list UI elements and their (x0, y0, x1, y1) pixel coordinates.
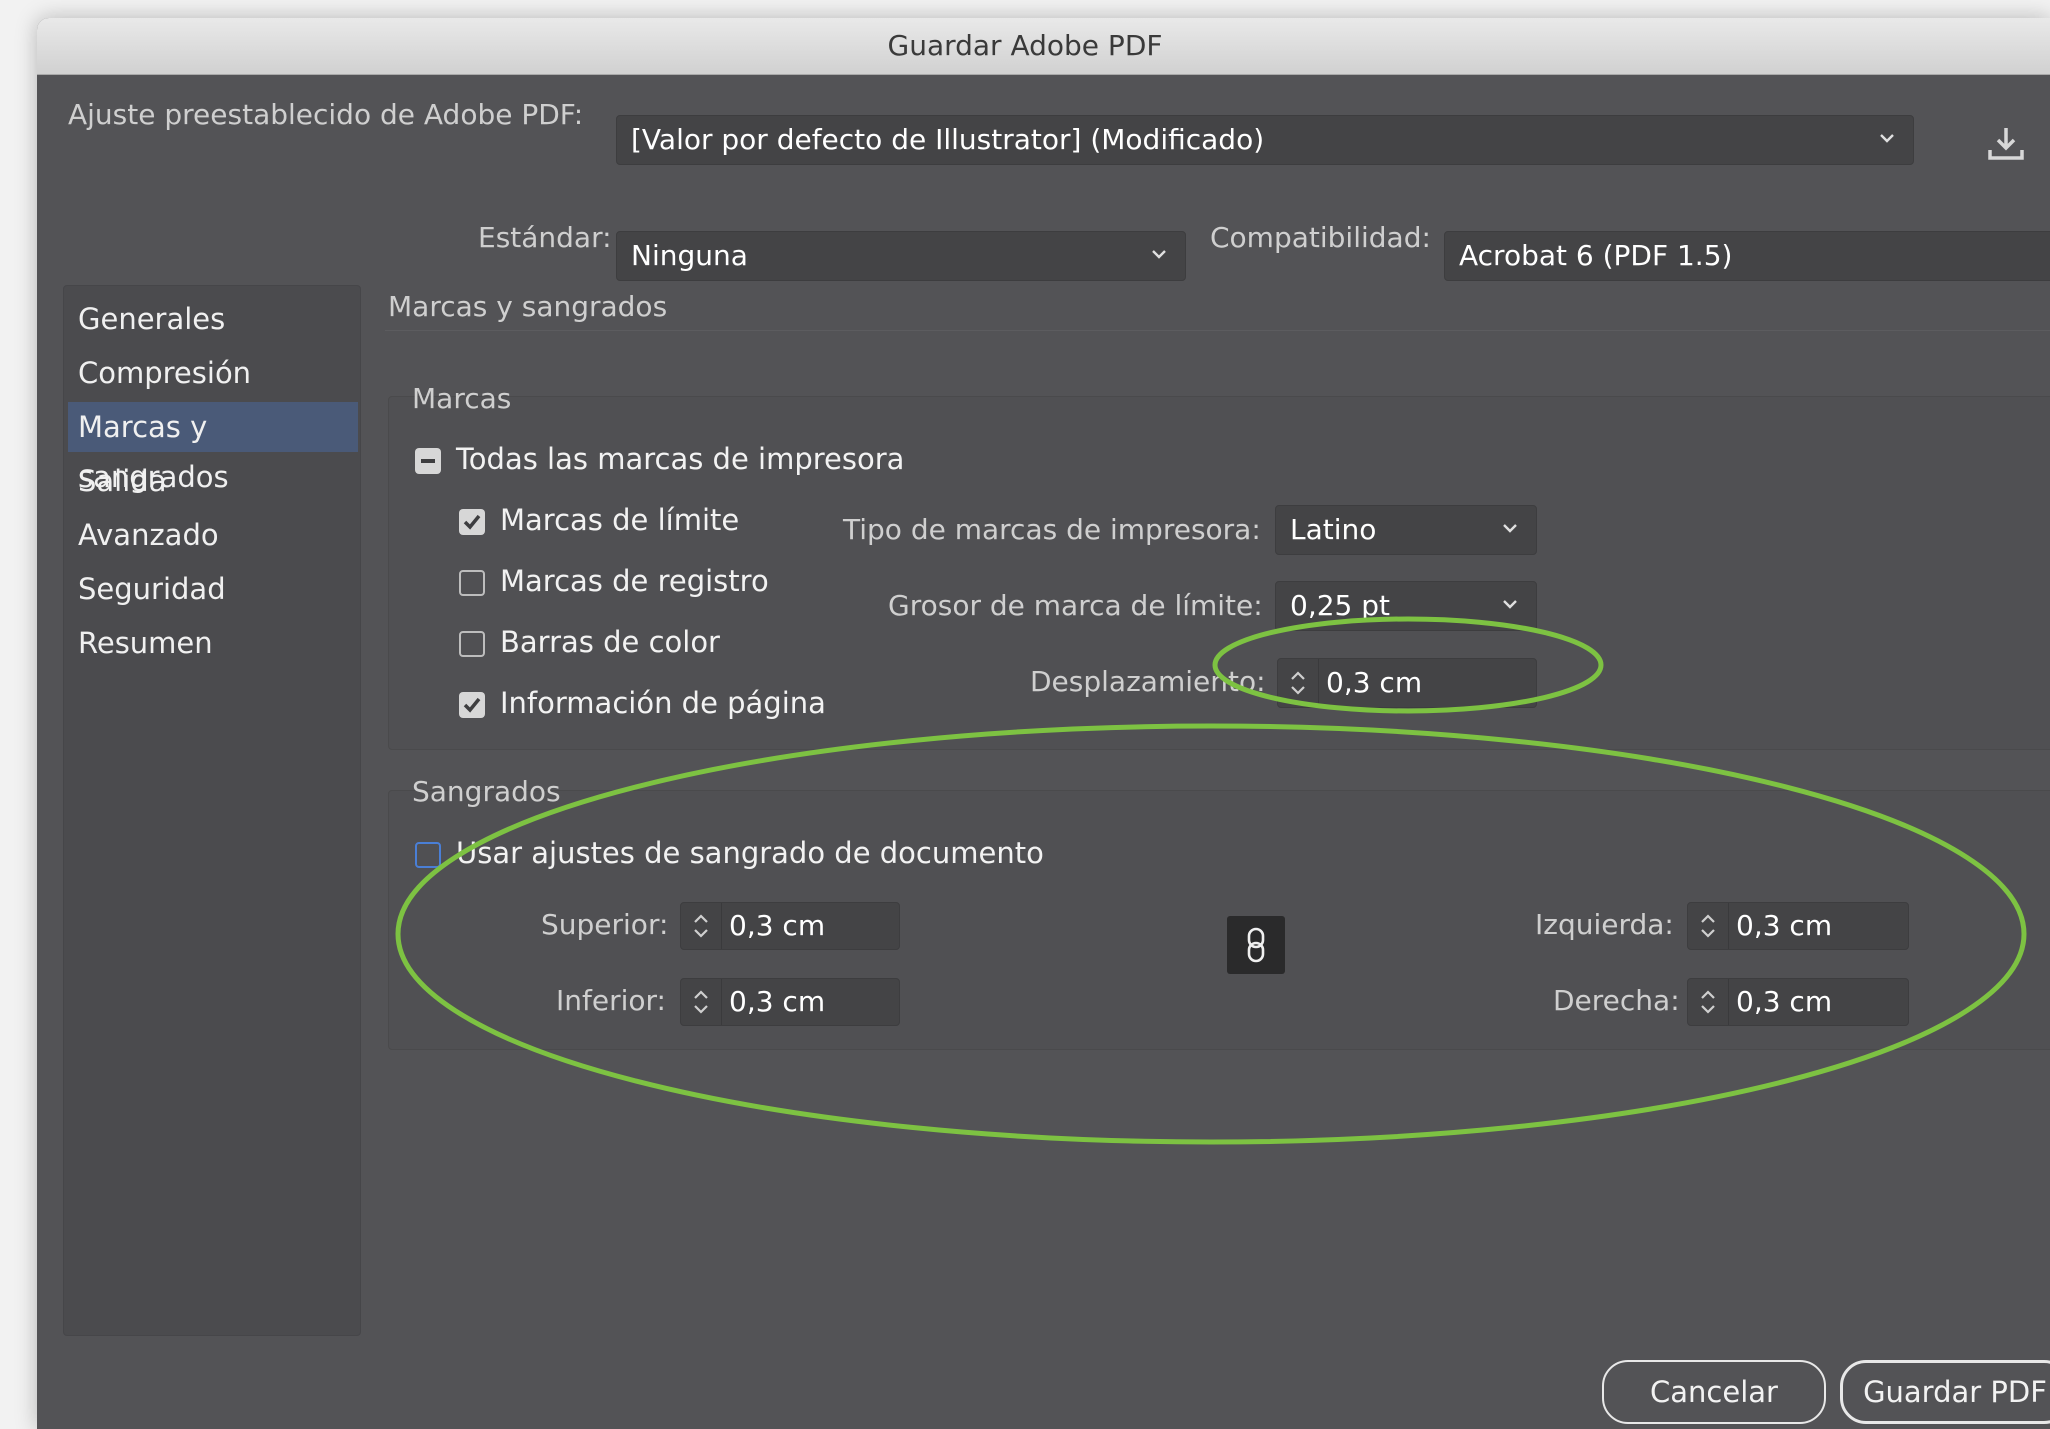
cancel-button[interactable]: Cancelar (1602, 1360, 1826, 1424)
registration-marks-label: Marcas de registro (500, 564, 769, 598)
category-sidebar: Generales Compresión Marcas y sangrados … (63, 285, 361, 1336)
bleed-top-stepper[interactable] (681, 903, 722, 949)
mark-type-value: Latino (1290, 513, 1377, 546)
bleed-top-field[interactable]: 0,3 cm (680, 902, 900, 950)
save-pdf-button[interactable]: Guardar PDF (1840, 1360, 2050, 1424)
bleed-bottom-field[interactable]: 0,3 cm (680, 978, 900, 1026)
bleed-bottom-stepper[interactable] (681, 979, 722, 1025)
bleed-right-label: Derecha: (1553, 984, 1680, 1017)
use-doc-bleed-label: Usar ajustes de sangrado de documento (456, 836, 1044, 870)
sidebar-item-generales[interactable]: Generales (64, 294, 360, 344)
bleeds-section-label: Sangrados (412, 775, 561, 808)
offset-label: Desplazamiento: (1030, 665, 1266, 698)
trim-weight-label: Grosor de marca de límite: (888, 589, 1263, 622)
standard-label: Estándar: (478, 221, 612, 254)
page-info-checkbox[interactable] (459, 692, 485, 718)
bleed-top-label: Superior: (541, 908, 669, 941)
link-bleeds-button[interactable] (1227, 916, 1285, 974)
trim-marks-label: Marcas de límite (500, 503, 740, 537)
all-printer-marks-label: Todas las marcas de impresora (456, 442, 905, 476)
sidebar-item-salida[interactable]: Salida (64, 456, 360, 506)
panel-title: Marcas y sangrados (388, 290, 668, 323)
compatibility-value: Acrobat 6 (PDF 1.5) (1459, 239, 1733, 272)
sidebar-item-avanzado[interactable]: Avanzado (64, 510, 360, 560)
bleed-top-value: 0,3 cm (729, 909, 826, 942)
panel-divider (385, 330, 2050, 331)
save-pdf-dialog: Guardar Adobe PDF Ajuste preestablecido … (37, 18, 2050, 1429)
page-info-label: Información de página (500, 686, 826, 720)
bleed-bottom-label: Inferior: (556, 984, 666, 1017)
bleed-right-field[interactable]: 0,3 cm (1687, 978, 1909, 1026)
compatibility-label: Compatibilidad: (1210, 221, 1431, 254)
trim-weight-select[interactable]: 0,25 pt (1275, 581, 1537, 631)
color-bars-label: Barras de color (500, 625, 720, 659)
standard-value: Ninguna (631, 239, 748, 272)
chevron-down-icon (1500, 594, 1520, 614)
offset-field[interactable]: 0,3 cm (1277, 658, 1537, 708)
bleed-bottom-value: 0,3 cm (729, 985, 826, 1018)
chain-link-icon (1247, 927, 1265, 963)
bleed-right-stepper[interactable] (1688, 979, 1729, 1025)
chevron-down-icon (1877, 128, 1897, 148)
compatibility-select[interactable]: Acrobat 6 (PDF 1.5) (1444, 231, 2050, 281)
sidebar-item-resumen[interactable]: Resumen (64, 618, 360, 668)
sidebar-item-seguridad[interactable]: Seguridad (64, 564, 360, 614)
use-doc-bleed-checkbox[interactable] (415, 842, 441, 868)
all-printer-marks-checkbox[interactable] (415, 448, 441, 474)
sidebar-item-marcas-sangrados[interactable]: Marcas y sangrados (68, 402, 358, 494)
registration-marks-checkbox[interactable] (459, 570, 485, 596)
title-bar: Guardar Adobe PDF (37, 18, 2050, 75)
preset-label: Ajuste preestablecido de Adobe PDF: (68, 98, 584, 131)
save-preset-icon[interactable] (1986, 124, 2026, 164)
bleed-right-value: 0,3 cm (1736, 985, 1833, 1018)
bleed-left-label: Izquierda: (1535, 908, 1674, 941)
standard-select[interactable]: Ninguna (616, 231, 1186, 281)
sidebar-item-compresion[interactable]: Compresión (64, 348, 360, 398)
chevron-down-icon (1500, 518, 1520, 538)
bleed-left-value: 0,3 cm (1736, 909, 1833, 942)
offset-value: 0,3 cm (1326, 666, 1423, 699)
bleed-left-stepper[interactable] (1688, 903, 1729, 949)
mark-type-select[interactable]: Latino (1275, 505, 1537, 555)
bleed-left-field[interactable]: 0,3 cm (1687, 902, 1909, 950)
offset-stepper[interactable] (1278, 659, 1319, 707)
mark-type-label: Tipo de marcas de impresora: (843, 513, 1261, 546)
trim-weight-value: 0,25 pt (1290, 589, 1390, 622)
window-title: Guardar Adobe PDF (887, 29, 1163, 62)
trim-marks-checkbox[interactable] (459, 509, 485, 535)
color-bars-checkbox[interactable] (459, 631, 485, 657)
chevron-down-icon (1149, 244, 1169, 264)
preset-value: [Valor por defecto de Illustrator] (Modi… (631, 123, 1265, 156)
preset-select[interactable]: [Valor por defecto de Illustrator] (Modi… (616, 115, 1914, 165)
marks-section-label: Marcas (412, 382, 512, 415)
